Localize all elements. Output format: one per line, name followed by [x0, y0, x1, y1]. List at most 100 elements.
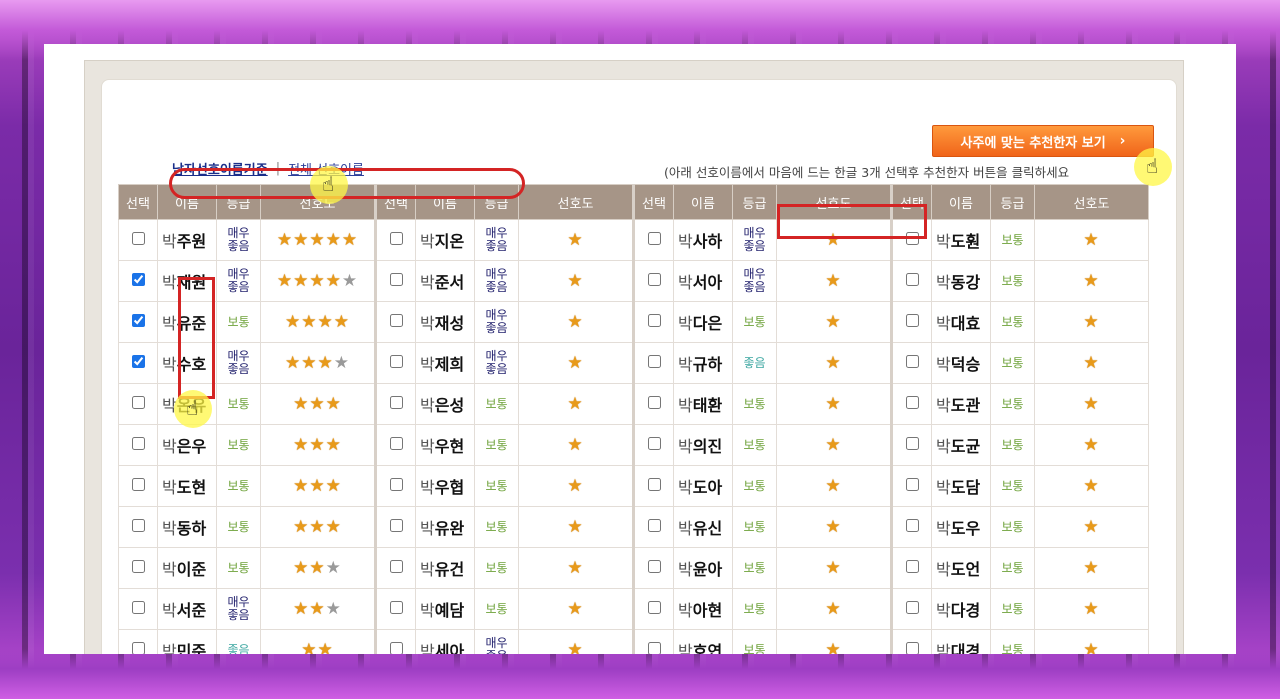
name-checkbox[interactable]: [647, 272, 661, 286]
grade-cell: 보통: [474, 588, 519, 630]
select-cell: [374, 465, 416, 507]
name-cell: 박지온: [415, 219, 475, 261]
name-checkbox[interactable]: [389, 313, 403, 327]
name-checkbox[interactable]: [131, 395, 145, 409]
name-checkbox[interactable]: [905, 272, 919, 286]
surname: 박: [420, 273, 435, 292]
name-checkbox[interactable]: [647, 395, 661, 409]
preference-stars: ★: [567, 517, 583, 537]
grade-label: 보통: [227, 519, 250, 534]
given-name: 유신: [692, 519, 723, 538]
star-icon: ★: [1083, 394, 1100, 414]
grade-cell: 매우좋음: [474, 219, 519, 261]
grade-label: 보통: [1001, 232, 1024, 247]
name-checkbox[interactable]: [131, 641, 145, 654]
surname: 박: [162, 437, 177, 456]
name-cell: 박유준: [157, 301, 217, 343]
name-checkbox[interactable]: [131, 313, 145, 327]
given-name: 도우: [950, 519, 981, 538]
name-checkbox[interactable]: [131, 231, 145, 245]
name-checkbox[interactable]: [389, 641, 403, 654]
star-icon: ★: [567, 394, 584, 414]
name-checkbox[interactable]: [905, 395, 919, 409]
name-checkbox[interactable]: [647, 313, 661, 327]
surname: 박: [420, 642, 435, 654]
name-checkbox[interactable]: [131, 600, 145, 614]
header-name: 이름: [157, 184, 217, 220]
select-cell: [374, 383, 416, 425]
name-checkbox[interactable]: [647, 559, 661, 573]
tab-all-preferred[interactable]: 전체 선호이름: [288, 159, 364, 178]
select-cell: [374, 260, 416, 302]
grade-cell: 보통: [990, 465, 1035, 507]
name-checkbox[interactable]: [389, 477, 403, 491]
grade-cell: 매우좋음: [474, 342, 519, 384]
name-checkbox[interactable]: [647, 354, 661, 368]
preference-cell: ★: [776, 465, 892, 507]
name-cell: 박의진: [673, 424, 733, 466]
recommend-hanja-button[interactable]: 사주에 맞는 추천한자 보기 ›: [932, 125, 1154, 157]
star-icon: ★: [309, 394, 326, 414]
name-checkbox[interactable]: [905, 641, 919, 654]
given-name: 윤아: [692, 560, 723, 579]
name-cell: 박도현: [157, 465, 217, 507]
select-cell: [890, 547, 932, 589]
grade-label: 매우좋음: [227, 226, 250, 253]
name-cell: 박유신: [673, 506, 733, 548]
given-name: 세아: [434, 642, 465, 654]
tab-male-preferred[interactable]: 남자선호이름기준: [172, 159, 268, 178]
surname: 박: [678, 560, 693, 579]
name-checkbox[interactable]: [131, 436, 145, 450]
name-checkbox[interactable]: [647, 436, 661, 450]
select-cell: [374, 547, 416, 589]
grade-label: 보통: [743, 519, 766, 534]
name-checkbox[interactable]: [905, 436, 919, 450]
name-checkbox[interactable]: [905, 313, 919, 327]
name-checkbox[interactable]: [905, 600, 919, 614]
name-checkbox[interactable]: [131, 477, 145, 491]
name-checkbox[interactable]: [389, 272, 403, 286]
name-checkbox[interactable]: [905, 477, 919, 491]
name-checkbox[interactable]: [905, 354, 919, 368]
select-cell: [632, 342, 674, 384]
given-name: 다경: [950, 601, 981, 620]
given-name: 도현: [176, 478, 207, 497]
preference-stars: ★★★: [293, 599, 342, 619]
star-icon: ★: [276, 230, 294, 250]
name-checkbox[interactable]: [647, 231, 661, 245]
name-checkbox[interactable]: [647, 477, 661, 491]
grade-cell: 보통: [990, 588, 1035, 630]
table-row: 박동하 보통 ★★★ 박유완 보통 ★ 박유신 보통 ★ 박도우 보통 ★: [118, 506, 1149, 548]
name-cell: 박대경: [931, 629, 991, 654]
star-icon: ★: [309, 558, 326, 578]
star-icon: ★: [825, 394, 842, 414]
name-checkbox[interactable]: [647, 641, 661, 654]
preference-cell: ★: [776, 547, 892, 589]
name-checkbox[interactable]: [131, 272, 145, 286]
star-icon: ★: [285, 312, 302, 332]
given-name: 덕승: [950, 355, 981, 374]
name-checkbox[interactable]: [131, 354, 145, 368]
name-checkbox[interactable]: [389, 395, 403, 409]
name-checkbox[interactable]: [647, 518, 661, 532]
name-checkbox[interactable]: [389, 354, 403, 368]
name-checkbox[interactable]: [905, 518, 919, 532]
name-checkbox[interactable]: [389, 559, 403, 573]
name-checkbox[interactable]: [647, 600, 661, 614]
star-icon: ★: [1083, 599, 1100, 619]
name-checkbox[interactable]: [389, 518, 403, 532]
preference-stars: ★: [1083, 640, 1099, 654]
name-checkbox[interactable]: [389, 600, 403, 614]
name-checkbox[interactable]: [131, 559, 145, 573]
select-cell: [632, 301, 674, 343]
name-checkbox[interactable]: [131, 518, 145, 532]
grade-label: 보통: [485, 437, 508, 452]
name-checkbox[interactable]: [905, 231, 919, 245]
grade-cell: 보통: [474, 465, 519, 507]
preference-cell: ★★★: [260, 383, 376, 425]
name-checkbox[interactable]: [389, 231, 403, 245]
name-checkbox[interactable]: [389, 436, 403, 450]
star-icon: ★: [341, 230, 359, 250]
star-icon: ★: [1083, 230, 1100, 250]
name-checkbox[interactable]: [905, 559, 919, 573]
